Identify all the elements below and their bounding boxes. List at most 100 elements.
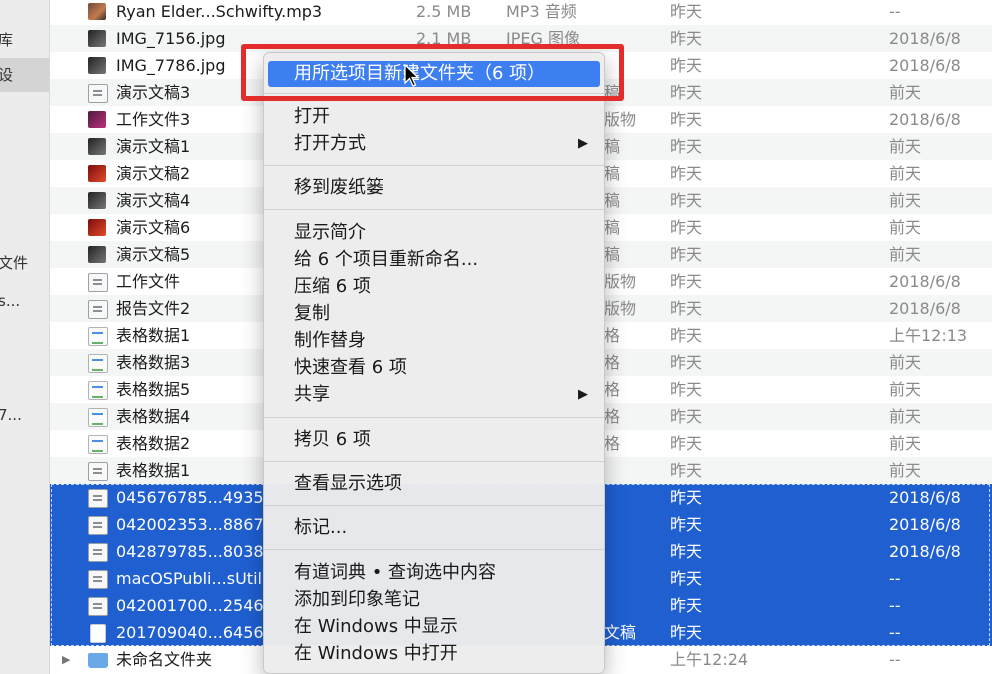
document-icon xyxy=(88,489,108,508)
file-thumbnail-icon xyxy=(88,219,106,236)
file-kind: 稿 xyxy=(604,218,621,237)
document-icon xyxy=(88,597,108,616)
menu-item-label: 拷贝 6 项 xyxy=(294,429,371,450)
menu-item-view-options[interactable]: 查看显示选项 xyxy=(264,471,604,497)
menu-separator xyxy=(264,505,604,506)
file-name: 表格数据5 xyxy=(116,380,191,399)
mouse-cursor-icon xyxy=(404,64,420,87)
date-modified: 昨天 xyxy=(670,380,703,399)
date-modified: 昨天 xyxy=(670,407,703,426)
menu-item-quick-look[interactable]: 快速查看 6 项 xyxy=(264,355,604,381)
file-name: 042879785...8038 xyxy=(116,542,264,561)
sidebar-item[interactable]: 文件 xyxy=(0,250,49,277)
date-created: 前天 xyxy=(889,434,922,453)
file-name: 045676785...4935 xyxy=(116,488,264,507)
menu-item-label: 有道词典 • 查询选中内容 xyxy=(294,562,497,583)
menu-item-open-in-windows[interactable]: 在 Windows 中打开 xyxy=(264,641,604,667)
submenu-arrow-icon: ▶ xyxy=(578,387,588,402)
sidebar-item[interactable]: 库 xyxy=(0,27,49,54)
file-name: 未命名文件夹 xyxy=(116,650,213,669)
menu-item-label: 添加到印象笔记 xyxy=(294,589,420,610)
file-kind: 稿 xyxy=(604,245,621,264)
document-icon xyxy=(88,516,108,535)
menu-item-add-to-evernote[interactable]: 添加到印象笔记 xyxy=(264,587,604,613)
menu-item-youdao-lookup[interactable]: 有道词典 • 查询选中内容 xyxy=(264,560,604,586)
file-size: 2.5 MB xyxy=(416,2,472,21)
date-created: 前天 xyxy=(889,83,922,102)
date-created: 前天 xyxy=(889,191,922,210)
menu-item-label: 压缩 6 项 xyxy=(294,276,371,297)
date-modified: 昨天 xyxy=(670,488,703,507)
date-created: 2018/6/8 xyxy=(889,272,961,291)
spreadsheet-icon xyxy=(88,435,108,454)
menu-item-open-with[interactable]: 打开方式 ▶ xyxy=(264,131,604,157)
date-modified: 昨天 xyxy=(670,542,703,561)
date-modified: 昨天 xyxy=(670,191,703,210)
date-created: -- xyxy=(889,596,901,615)
document-icon xyxy=(90,624,106,643)
file-name: 表格数据3 xyxy=(116,353,191,372)
file-kind: 稿 xyxy=(604,137,621,156)
date-created: 2018/6/8 xyxy=(889,542,961,561)
file-name: 042001700...2546 xyxy=(116,596,264,615)
file-name: 表格数据1 xyxy=(116,461,191,480)
menu-separator xyxy=(264,461,604,462)
file-name: 演示文稿5 xyxy=(116,245,191,264)
sidebar-item-selected[interactable]: 设 xyxy=(0,58,49,92)
date-modified: 昨天 xyxy=(670,515,703,534)
date-created: 前天 xyxy=(889,164,922,183)
date-modified: 昨天 xyxy=(670,29,703,48)
menu-item-make-alias[interactable]: 制作替身 xyxy=(264,328,604,354)
menu-item-copy[interactable]: 拷贝 6 项 xyxy=(264,427,604,453)
file-name: 报告文件2 xyxy=(116,299,191,318)
menu-item-move-to-trash[interactable]: 移到废纸篓 xyxy=(264,175,604,201)
menu-item-label: 在 Windows 中显示 xyxy=(294,616,458,637)
document-icon xyxy=(88,273,108,292)
file-kind: 格 xyxy=(604,326,621,345)
file-name: 表格数据4 xyxy=(116,407,191,426)
sidebar-item[interactable]: 7... xyxy=(0,402,49,429)
menu-item-label: 快速查看 6 项 xyxy=(294,357,407,378)
disclosure-triangle-icon[interactable]: ▶ xyxy=(62,646,70,673)
date-modified: 昨天 xyxy=(670,596,703,615)
menu-item-rename[interactable]: 给 6 个项目重新命名... xyxy=(264,247,604,273)
file-kind: 格 xyxy=(604,434,621,453)
date-created: 2018/6/8 xyxy=(889,299,961,318)
date-modified: 昨天 xyxy=(670,569,703,588)
menu-item-duplicate[interactable]: 复制 xyxy=(264,301,604,327)
file-kind: 版物 xyxy=(604,110,637,129)
menu-item-show-in-windows[interactable]: 在 Windows 中显示 xyxy=(264,614,604,640)
date-modified: 昨天 xyxy=(670,245,703,264)
file-thumbnail-icon xyxy=(88,30,106,47)
menu-item-label: 移到废纸篓 xyxy=(294,177,384,198)
date-modified: 昨天 xyxy=(670,137,703,156)
date-created: 2018/6/8 xyxy=(889,515,961,534)
menu-item-share[interactable]: 共享 ▶ xyxy=(264,382,604,408)
file-thumbnail-icon xyxy=(88,192,106,209)
menu-item-open[interactable]: 打开 xyxy=(264,104,604,130)
file-name: Ryan Elder...Schwifty.mp3 xyxy=(116,2,323,21)
file-name: IMG_7786.jpg xyxy=(116,56,226,75)
file-row[interactable]: Ryan Elder...Schwifty.mp3 2.5 MB MP3 音频 昨天 -… xyxy=(50,0,992,25)
file-kind: MP3 音频 xyxy=(506,2,577,21)
file-name: 演示文稿3 xyxy=(116,83,191,102)
date-modified: 昨天 xyxy=(670,353,703,372)
menu-item-label: 在 Windows 中打开 xyxy=(294,643,458,664)
date-modified: 上午12:24 xyxy=(670,650,749,669)
menu-item-label: 查看显示选项 xyxy=(294,473,402,494)
menu-item-compress[interactable]: 压缩 6 项 xyxy=(264,274,604,300)
file-kind: 格 xyxy=(604,353,621,372)
menu-item-label: 给 6 个项目重新命名... xyxy=(294,249,479,270)
menu-item-get-info[interactable]: 显示简介 xyxy=(264,220,604,246)
date-modified: 昨天 xyxy=(670,623,703,642)
date-created: 前天 xyxy=(889,218,922,237)
date-created: -- xyxy=(889,2,901,21)
sidebar-item[interactable]: s... xyxy=(0,288,49,315)
file-name: 表格数据1 xyxy=(116,326,191,345)
document-icon xyxy=(88,84,108,103)
menu-item-tags[interactable]: 标记... xyxy=(264,515,604,541)
date-created: 上午12:13 xyxy=(889,326,968,345)
date-modified: 昨天 xyxy=(670,110,703,129)
file-kind: 格 xyxy=(604,380,621,399)
file-kind: 格 xyxy=(604,407,621,426)
